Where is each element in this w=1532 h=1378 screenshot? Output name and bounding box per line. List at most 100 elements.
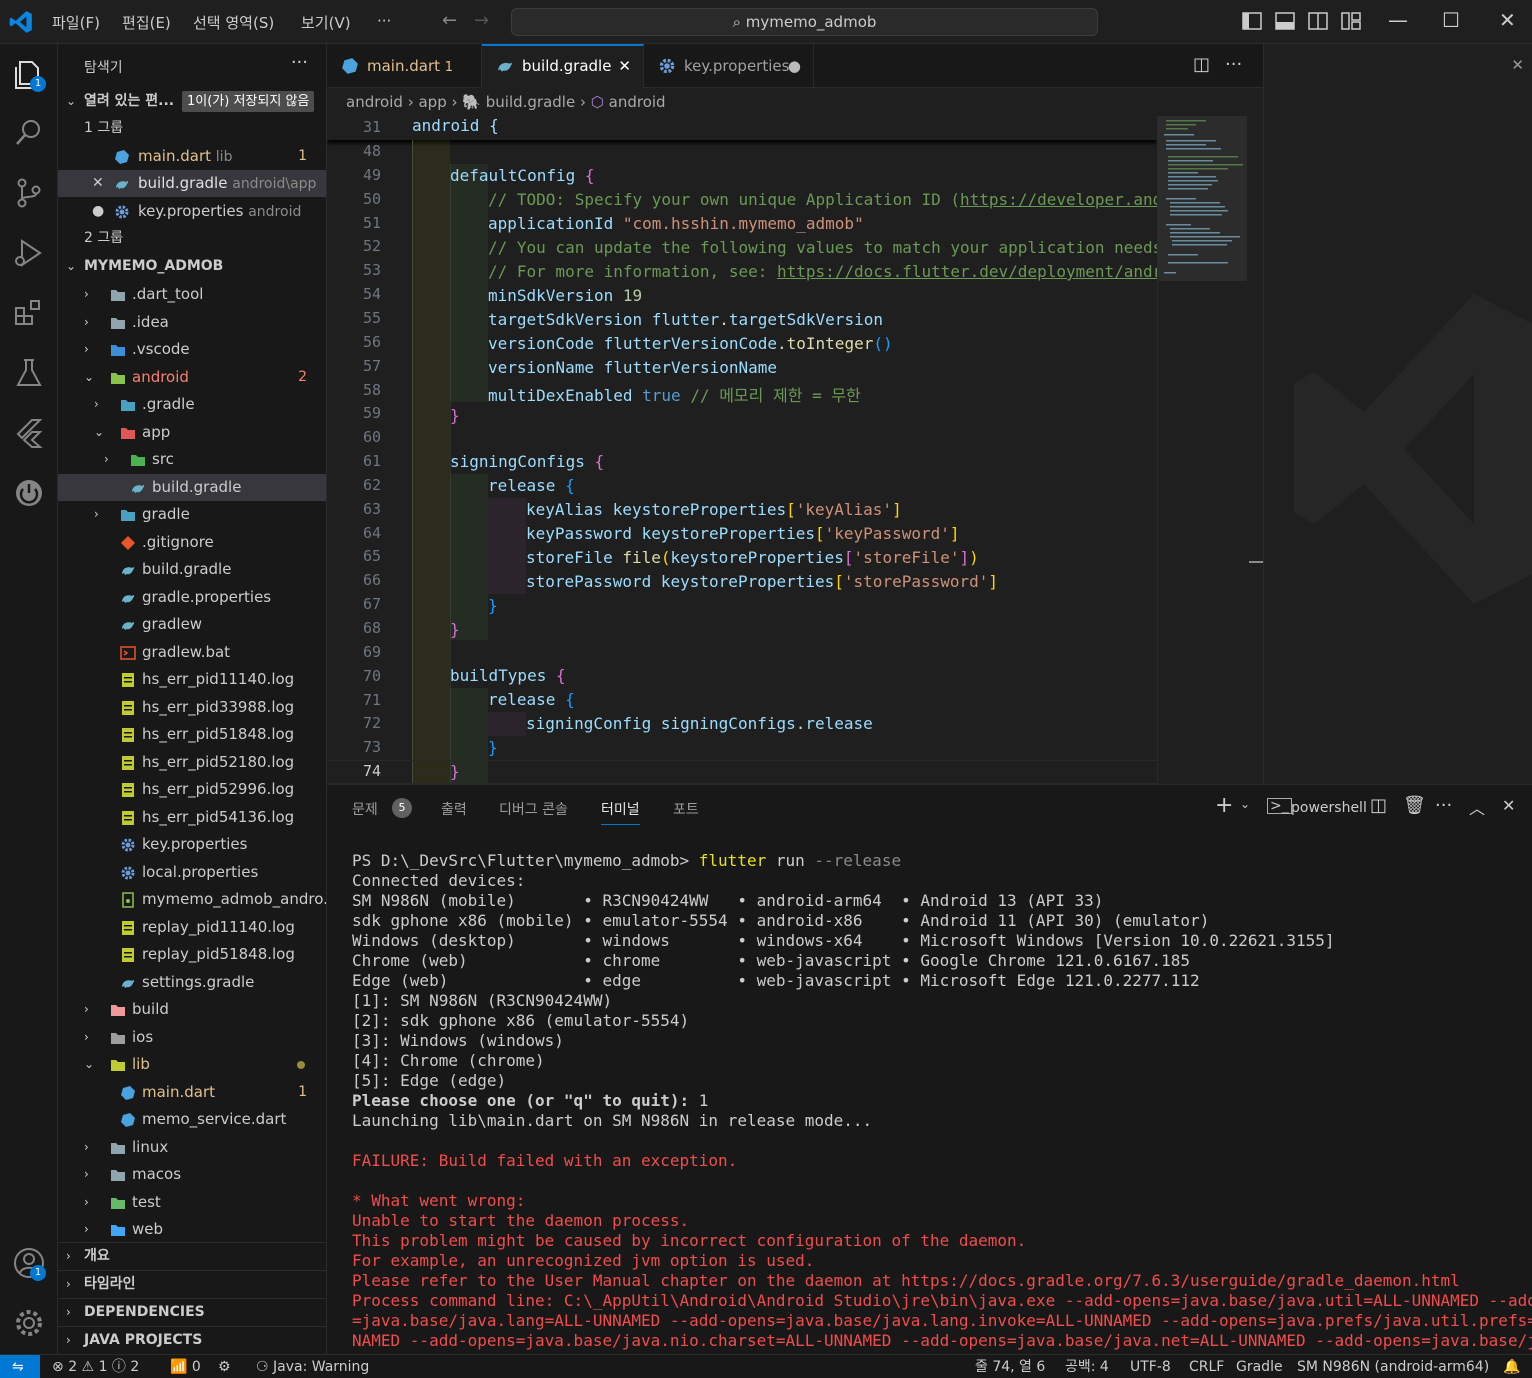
empty-editor-group[interactable]: ✕ bbox=[1263, 44, 1532, 784]
tab-main-dart[interactable]: main.dart 1 bbox=[327, 44, 482, 88]
tree-item[interactable]: › web bbox=[58, 1216, 326, 1243]
tree-item[interactable]: ⌄ android 2 bbox=[58, 364, 326, 391]
tree-item[interactable]: hs_err_pid54136.log bbox=[58, 804, 326, 831]
chevron-right-icon[interactable]: › bbox=[84, 336, 98, 363]
chevron-down-icon[interactable]: ⌄ bbox=[1240, 797, 1250, 811]
minimap[interactable] bbox=[1157, 116, 1248, 784]
tree-item[interactable]: replay_pid11140.log bbox=[58, 914, 326, 941]
tree-item[interactable]: › test bbox=[58, 1189, 326, 1216]
chevron-right-icon[interactable]: › bbox=[84, 1216, 98, 1243]
indentation[interactable]: 공백: 4 bbox=[1065, 1355, 1109, 1378]
section-timeline[interactable]: › 타임라인 bbox=[58, 1270, 326, 1297]
breadcrumb-item[interactable]: build.gradle bbox=[486, 93, 575, 111]
section-dependencies[interactable]: › DEPENDENCIES bbox=[58, 1298, 326, 1325]
tree-item[interactable]: › gradle bbox=[58, 501, 326, 528]
panel-more-icon[interactable]: ··· bbox=[1435, 795, 1452, 816]
breadcrumb-item[interactable]: android bbox=[609, 93, 666, 111]
cursor-position[interactable]: 줄 74, 열 6 bbox=[975, 1355, 1045, 1378]
chevron-right-icon[interactable]: › bbox=[84, 281, 98, 308]
toggle-secondary-sidebar-icon[interactable] bbox=[1308, 12, 1328, 30]
section-outline[interactable]: › 개요 bbox=[58, 1242, 326, 1269]
back-arrow-icon[interactable]: ← bbox=[442, 10, 457, 31]
tree-item[interactable]: › .gradle bbox=[58, 391, 326, 418]
group-1-header[interactable]: 1 그룹 bbox=[58, 115, 326, 142]
ports-status[interactable]: 📶 0 bbox=[170, 1355, 201, 1378]
tree-item[interactable]: ⌄ app bbox=[58, 419, 326, 446]
maximize-icon[interactable]: ☐ bbox=[1442, 8, 1460, 32]
run-debug-icon[interactable] bbox=[12, 236, 46, 270]
menu-edit[interactable]: 편집(E) bbox=[122, 12, 171, 33]
tree-item[interactable]: settings.gradle bbox=[58, 969, 326, 996]
close-panel-icon[interactable]: ✕ bbox=[1502, 796, 1515, 815]
minimize-icon[interactable]: — bbox=[1388, 8, 1408, 32]
tree-item[interactable]: hs_err_pid33988.log bbox=[58, 694, 326, 721]
tree-item[interactable]: ⌄ lib bbox=[58, 1051, 326, 1078]
breadcrumb-item[interactable]: android bbox=[346, 93, 403, 111]
terminal-command-line[interactable]: PS D:\_DevSrc\Flutter\mymemo_admob> flut… bbox=[352, 851, 901, 871]
tree-item[interactable]: › .vscode bbox=[58, 336, 326, 363]
encoding[interactable]: UTF-8 bbox=[1130, 1355, 1171, 1378]
tree-item[interactable]: hs_err_pid52996.log bbox=[58, 776, 326, 803]
chevron-right-icon[interactable]: › bbox=[94, 501, 108, 528]
chevron-down-icon[interactable]: ⌄ bbox=[84, 1051, 98, 1078]
command-center-search[interactable]: ⌕ mymemo_admob bbox=[511, 8, 1098, 36]
notifications-bell-icon[interactable]: 🔔 bbox=[1503, 1355, 1520, 1378]
tree-item[interactable]: local.properties bbox=[58, 859, 326, 886]
tree-item[interactable]: .gitignore bbox=[58, 529, 326, 556]
tree-item[interactable]: key.properties bbox=[58, 831, 326, 858]
extensions-icon[interactable] bbox=[12, 296, 46, 330]
tree-item[interactable]: gradlew bbox=[58, 611, 326, 638]
tree-item[interactable]: › .idea bbox=[58, 309, 326, 336]
close-group-icon[interactable]: ✕ bbox=[1511, 56, 1524, 74]
open-editor-main-dart[interactable]: main.dart lib 1 bbox=[58, 143, 326, 170]
tree-item[interactable]: main.dart 1 bbox=[58, 1079, 326, 1106]
remote-explorer-icon[interactable] bbox=[12, 476, 46, 510]
manage-gear-icon[interactable] bbox=[12, 1306, 46, 1340]
tree-item[interactable]: › linux bbox=[58, 1134, 326, 1161]
problems-status[interactable]: ⊗ 2 ⚠ 1 ⓘ 2 bbox=[52, 1355, 139, 1378]
chevron-right-icon[interactable]: › bbox=[104, 446, 118, 473]
close-tab-icon[interactable]: ✕ bbox=[618, 46, 631, 86]
trash-icon[interactable]: 🗑 bbox=[1403, 795, 1426, 816]
chevron-right-icon[interactable]: › bbox=[84, 309, 98, 336]
chevron-right-icon[interactable]: › bbox=[84, 1161, 98, 1188]
sticky-scroll[interactable]: 31 android { bbox=[327, 116, 1157, 140]
tab-output[interactable]: 출력 bbox=[441, 799, 467, 819]
tree-item[interactable]: › build bbox=[58, 996, 326, 1023]
shell-name[interactable]: powershell bbox=[1291, 800, 1367, 816]
flutter-icon[interactable] bbox=[12, 416, 46, 450]
open-editors-header[interactable]: ⌄ 열려 있는 편... 1이(가) 저장되지 않음 bbox=[58, 88, 326, 115]
open-editor-key-properties[interactable]: ● key.properties android bbox=[58, 198, 326, 225]
flutter-device[interactable]: SM N986N (android-arm64) bbox=[1297, 1355, 1489, 1378]
toggle-panel-icon[interactable] bbox=[1275, 12, 1295, 30]
tree-item[interactable]: gradle.properties bbox=[58, 584, 326, 611]
tree-item[interactable]: hs_err_pid52180.log bbox=[58, 749, 326, 776]
language-mode[interactable]: Gradle bbox=[1236, 1355, 1283, 1378]
tree-item[interactable]: mymemo_admob_andro... bbox=[58, 886, 326, 913]
new-terminal-plus-icon[interactable]: + bbox=[1215, 793, 1233, 818]
tab-ports[interactable]: 포트 bbox=[673, 799, 699, 819]
tree-item[interactable]: › src bbox=[58, 446, 326, 473]
line-ending[interactable]: CRLF bbox=[1189, 1355, 1224, 1378]
editor-scrollbar[interactable] bbox=[1247, 116, 1263, 784]
close-editor-icon[interactable]: ✕ bbox=[92, 170, 106, 197]
tab-build-gradle[interactable]: build.gradle ✕ bbox=[482, 44, 644, 88]
tree-item[interactable]: build.gradle bbox=[58, 556, 326, 583]
debug-icon[interactable]: ⚙ bbox=[218, 1355, 231, 1378]
chevron-down-icon[interactable]: ⌄ bbox=[84, 364, 98, 391]
search-icon[interactable] bbox=[12, 116, 46, 150]
close-window-icon[interactable]: ✕ bbox=[1499, 8, 1516, 32]
chevron-down-icon[interactable]: ⌄ bbox=[94, 419, 108, 446]
project-header[interactable]: ⌄ MYMEMO_ADMOB bbox=[58, 253, 326, 280]
more-actions-icon[interactable]: ··· bbox=[291, 52, 308, 73]
tree-item[interactable]: › .dart_tool bbox=[58, 281, 326, 308]
tab-problems[interactable]: 문제 bbox=[352, 799, 378, 819]
chevron-right-icon[interactable]: › bbox=[84, 1189, 98, 1216]
chevron-right-icon[interactable]: › bbox=[94, 391, 108, 418]
tree-item[interactable]: memo_service.dart bbox=[58, 1106, 326, 1133]
chevron-right-icon[interactable]: › bbox=[84, 996, 98, 1023]
tab-key-properties[interactable]: key.properties ● bbox=[644, 44, 814, 88]
code-editor[interactable]: 31 android { 48 49 50 51 52 53 54 55 56 57 58 59 60 6… bbox=[327, 116, 1263, 784]
source-control-icon[interactable] bbox=[12, 176, 46, 210]
tab-terminal[interactable]: 터미널 bbox=[601, 799, 640, 825]
